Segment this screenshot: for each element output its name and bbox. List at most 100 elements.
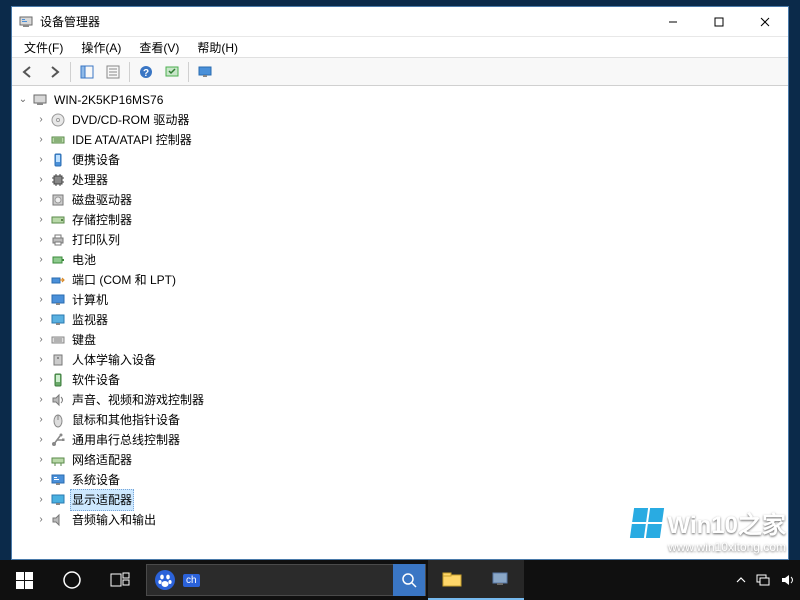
tree-node[interactable]: ›便携设备 <box>34 150 788 170</box>
chevron-right-icon[interactable]: › <box>34 110 48 130</box>
baidu-icon <box>151 566 179 594</box>
chevron-right-icon[interactable]: › <box>34 310 48 330</box>
help-button[interactable]: ? <box>134 61 158 83</box>
watermark-url: www.win10xitong.com <box>632 540 786 554</box>
chevron-right-icon[interactable]: › <box>34 350 48 370</box>
menubar: 文件(F) 操作(A) 查看(V) 帮助(H) <box>12 37 788 58</box>
search-input[interactable] <box>200 573 393 587</box>
task-view-button[interactable] <box>96 560 144 600</box>
tree-node[interactable]: ›计算机 <box>34 290 788 310</box>
menu-action[interactable]: 操作(A) <box>73 37 129 58</box>
minimize-button[interactable] <box>650 7 696 36</box>
device-tree[interactable]: ⌄ WIN-2K5KP16MS76 ›DVD/CD-ROM 驱动器›IDE AT… <box>12 86 788 559</box>
taskbar: ch <box>0 560 800 600</box>
device-manager-window: 设备管理器 文件(F) 操作(A) 查看(V) 帮助(H) ? ⌄ WIN-2K… <box>11 6 789 560</box>
chevron-right-icon[interactable]: › <box>34 490 48 510</box>
chevron-right-icon[interactable]: › <box>34 290 48 310</box>
tree-node-label: 电池 <box>70 250 98 270</box>
cd-icon <box>50 112 66 128</box>
tray-chevron-icon[interactable] <box>736 575 746 585</box>
tree-node[interactable]: ›打印队列 <box>34 230 788 250</box>
disk-icon <box>50 192 66 208</box>
show-hide-tree-button[interactable] <box>75 61 99 83</box>
chevron-right-icon[interactable]: › <box>34 270 48 290</box>
chevron-right-icon[interactable]: › <box>34 390 48 410</box>
forward-button[interactable] <box>42 61 66 83</box>
chevron-right-icon[interactable]: › <box>34 330 48 350</box>
tree-node[interactable]: ›DVD/CD-ROM 驱动器 <box>34 110 788 130</box>
system-icon <box>50 472 66 488</box>
tree-root-label: WIN-2K5KP16MS76 <box>52 90 165 110</box>
menu-file[interactable]: 文件(F) <box>16 37 71 58</box>
tree-node-label: 软件设备 <box>70 370 122 390</box>
tree-node-label: 监视器 <box>70 310 110 330</box>
search-icon[interactable] <box>393 564 425 596</box>
printer-icon <box>50 232 66 248</box>
chevron-right-icon[interactable]: › <box>34 410 48 430</box>
port-icon <box>50 272 66 288</box>
tree-root[interactable]: ⌄ WIN-2K5KP16MS76 <box>16 90 788 110</box>
chevron-right-icon[interactable]: › <box>34 450 48 470</box>
tree-node[interactable]: › 电池 <box>34 250 788 270</box>
tree-node[interactable]: ›处理器 <box>34 170 788 190</box>
chevron-right-icon[interactable]: › <box>34 150 48 170</box>
tree-node[interactable]: › 软件设备 <box>34 370 788 390</box>
ide-icon <box>50 132 66 148</box>
chevron-right-icon[interactable]: › <box>34 370 48 390</box>
system-tray[interactable] <box>736 573 800 587</box>
taskbar-device-manager[interactable] <box>476 560 524 600</box>
network-icon <box>50 452 66 468</box>
portable-icon <box>50 152 66 168</box>
cpu-icon <box>50 172 66 188</box>
monitor-icon <box>50 312 66 328</box>
chevron-right-icon[interactable]: › <box>34 190 48 210</box>
tree-children: ›DVD/CD-ROM 驱动器›IDE ATA/ATAPI 控制器›便携设备›处… <box>16 110 788 530</box>
chevron-right-icon[interactable]: › <box>34 470 48 490</box>
chevron-right-icon[interactable]: › <box>34 210 48 230</box>
start-button[interactable] <box>0 560 48 600</box>
tree-node[interactable]: ›网络适配器 <box>34 450 788 470</box>
titlebar: 设备管理器 <box>12 7 788 37</box>
tree-node[interactable]: ›人体学输入设备 <box>34 350 788 370</box>
windows-logo-icon <box>629 508 663 538</box>
tree-node[interactable]: › IDE ATA/ATAPI 控制器 <box>34 130 788 150</box>
tree-node[interactable]: › 监视器 <box>34 310 788 330</box>
tree-node[interactable]: ›系统设备 <box>34 470 788 490</box>
tree-node[interactable]: ›磁盘驱动器 <box>34 190 788 210</box>
chevron-right-icon[interactable]: › <box>34 230 48 250</box>
sound-icon <box>50 392 66 408</box>
app-icon <box>18 14 34 30</box>
tree-node[interactable]: ›存储控制器 <box>34 210 788 230</box>
taskbar-explorer[interactable] <box>428 560 476 600</box>
chevron-right-icon[interactable]: › <box>34 250 48 270</box>
tree-node-label: IDE ATA/ATAPI 控制器 <box>70 130 194 150</box>
ime-badge: ch <box>183 574 200 587</box>
volume-icon[interactable] <box>780 573 794 587</box>
menu-help[interactable]: 帮助(H) <box>189 37 246 58</box>
monitor-icon-button[interactable] <box>193 61 217 83</box>
tree-node[interactable]: ›鼠标和其他指针设备 <box>34 410 788 430</box>
hid-icon <box>50 352 66 368</box>
chevron-right-icon[interactable]: › <box>34 170 48 190</box>
tree-node[interactable]: ›通用串行总线控制器 <box>34 430 788 450</box>
taskbar-search[interactable]: ch <box>146 564 426 596</box>
watermark-brand-text: Win10之家 <box>668 505 786 540</box>
maximize-button[interactable] <box>696 7 742 36</box>
keyboard-icon <box>50 332 66 348</box>
menu-view[interactable]: 查看(V) <box>131 37 187 58</box>
properties-button[interactable] <box>101 61 125 83</box>
tree-node[interactable]: ›声音、视频和游戏控制器 <box>34 390 788 410</box>
chevron-right-icon[interactable]: › <box>34 130 48 150</box>
tree-node[interactable]: ›端口 (COM 和 LPT) <box>34 270 788 290</box>
back-button[interactable] <box>16 61 40 83</box>
cortana-button[interactable] <box>48 560 96 600</box>
toolbar: ? <box>12 58 788 86</box>
network-icon[interactable] <box>756 573 770 587</box>
scan-hardware-button[interactable] <box>160 61 184 83</box>
chevron-down-icon[interactable]: ⌄ <box>16 90 30 110</box>
close-button[interactable] <box>742 7 788 36</box>
mouse-icon <box>50 412 66 428</box>
tree-node[interactable]: ›键盘 <box>34 330 788 350</box>
chevron-right-icon[interactable]: › <box>34 430 48 450</box>
chevron-right-icon[interactable]: › <box>34 510 48 530</box>
